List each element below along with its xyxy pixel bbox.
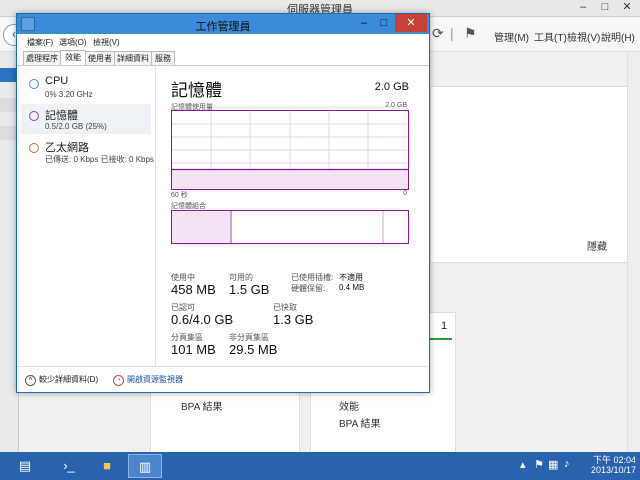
performance-label[interactable]: 效能 <box>339 398 359 413</box>
nonpaged-pool-value: 29.5 MB <box>229 342 278 357</box>
close-button[interactable]: ✕ <box>395 14 427 32</box>
server-manager-taskbar-button[interactable]: ▤ <box>8 454 42 478</box>
tab-strip: 處理程序 效能 使用者 詳細資料 服務 <box>17 50 429 66</box>
maximize-icon[interactable]: □ <box>594 0 616 14</box>
composition-in-use <box>172 211 231 243</box>
task-manager-taskbar-button[interactable]: ▥ <box>128 454 162 478</box>
hardware-reserved-value: 0.4 MB <box>339 283 365 292</box>
memory-details: 記憶體 2.0 GB 記憶體使用量 2.0 GB 60 秒 0 記憶體組合 使用… <box>167 66 417 366</box>
graph-time-start: 60 秒 <box>171 192 188 199</box>
powershell-taskbar-button[interactable]: ›_ <box>52 454 86 478</box>
tab-details[interactable]: 詳細資料 <box>114 51 152 65</box>
scrollbar[interactable] <box>627 52 640 452</box>
tab-performance[interactable]: 效能 <box>60 50 86 65</box>
resource-name: CPU <box>45 75 69 87</box>
resource-memory[interactable]: 記憶體 0.5/2.0 GB (25%) <box>21 104 151 134</box>
chevron-up-icon: ^ <box>25 375 36 386</box>
resource-name: 記憶體 <box>45 110 78 122</box>
open-resource-monitor-label: 開啟資源監視器 <box>127 375 183 384</box>
separator-icon: | <box>450 25 454 41</box>
resource-name: 乙太網路 <box>45 142 89 154</box>
tile-count: 1 <box>441 320 448 332</box>
task-manager-icon: ▥ <box>138 459 152 474</box>
memory-usage-svg <box>172 111 408 189</box>
tools-menu[interactable]: 工具(T) <box>534 29 567 44</box>
resource-detail: 0% 3.20 GHz <box>45 90 93 99</box>
task-manager-window: 工作管理員 – □ ✕ 檔案(F) 選項(O) 檢視(V) 處理程序 效能 使用… <box>16 13 430 393</box>
minimize-icon[interactable]: – <box>572 0 594 14</box>
fewer-details-label: 較少詳細資料(D) <box>39 375 99 384</box>
network-icon[interactable]: ▦ <box>548 458 558 471</box>
taskbar-clock[interactable]: 下午 02:04 2013/10/17 <box>580 455 636 475</box>
paged-pool-value: 101 MB <box>171 342 216 357</box>
memory-ring-icon <box>29 111 39 121</box>
cached-value: 1.3 GB <box>273 312 314 327</box>
memory-title: 記憶體 <box>171 81 222 100</box>
clock-date: 2013/10/17 <box>590 465 636 475</box>
cpu-ring-icon <box>29 79 39 89</box>
graph-time-end: 0 <box>403 190 407 197</box>
hardware-reserved-label: 硬體保留: <box>291 284 326 293</box>
resource-list: CPU 0% 3.20 GHz 記憶體 0.5/2.0 GB (25%) 乙太網… <box>17 66 156 366</box>
close-icon[interactable]: ✕ <box>616 0 638 14</box>
committed-value: 0.6/4.0 GB <box>171 312 234 327</box>
maximize-icon[interactable]: □ <box>375 14 393 32</box>
flag-icon[interactable]: ⚑ <box>534 458 544 471</box>
memory-usage-max: 2.0 GB <box>385 102 407 109</box>
bpa-results-left[interactable]: BPA 結果 <box>181 398 223 413</box>
tab-processes[interactable]: 處理程序 <box>23 51 61 65</box>
memory-total: 2.0 GB <box>374 81 409 93</box>
server-tile-left[interactable] <box>150 385 300 454</box>
refresh-icon[interactable]: ⟳ <box>432 25 444 42</box>
menu-view[interactable]: 檢視(V) <box>93 37 120 48</box>
resource-cpu[interactable]: CPU 0% 3.20 GHz <box>21 72 151 102</box>
tray-arrow-icon[interactable]: ▴ <box>520 458 526 471</box>
memory-usage-area <box>172 169 408 189</box>
resource-ethernet[interactable]: 乙太網路 已傳送: 0 Kbps 已接收: 0 Kbps <box>21 136 154 166</box>
hide-link[interactable]: 隱藏 <box>587 238 607 253</box>
taskbar: ▤ ›_ ■ ▥ <box>0 452 640 480</box>
powershell-icon: ›_ <box>63 458 75 473</box>
ethernet-ring-icon <box>29 143 39 153</box>
minimize-icon[interactable]: – <box>355 14 373 32</box>
memory-composition-bar <box>171 210 409 244</box>
fewer-details-button[interactable]: ^ 較少詳細資料(D) <box>25 374 98 386</box>
volume-icon[interactable]: ♪ <box>564 458 570 470</box>
flag-icon[interactable]: ⚑ <box>464 25 477 42</box>
resource-detail: 已傳送: 0 Kbps 已接收: 0 Kbps <box>45 155 154 164</box>
memory-composition-svg <box>172 211 384 243</box>
server-icon: ▤ <box>18 458 32 473</box>
slots-used-label: 已使用插槽: <box>291 273 334 282</box>
help-menu[interactable]: 說明(H) <box>601 29 635 44</box>
view-menu[interactable]: 檢視(V) <box>567 29 600 44</box>
explorer-taskbar-button[interactable]: ■ <box>90 454 124 478</box>
task-manager-footer: ^ 較少詳細資料(D) ◔ 開啟資源監視器 <box>17 366 429 393</box>
status-bar <box>428 338 452 340</box>
task-manager-titlebar[interactable]: 工作管理員 – □ ✕ <box>17 14 429 34</box>
manage-menu[interactable]: 管理(M) <box>494 29 529 44</box>
tab-services[interactable]: 服務 <box>151 51 175 65</box>
clock-time: 下午 02:04 <box>592 455 636 465</box>
resource-monitor-icon: ◔ <box>113 375 124 386</box>
menu-file[interactable]: 檔案(F) <box>27 37 53 48</box>
available-value: 1.5 GB <box>229 282 270 297</box>
tab-users[interactable]: 使用者 <box>85 51 115 65</box>
memory-usage-graph <box>171 110 409 190</box>
menu-bar: 檔案(F) 選項(O) 檢視(V) <box>17 35 429 49</box>
in-use-value: 458 MB <box>171 282 216 297</box>
open-resource-monitor-link[interactable]: ◔ 開啟資源監視器 <box>113 374 183 386</box>
resource-detail: 0.5/2.0 GB (25%) <box>45 122 107 131</box>
menu-options[interactable]: 選項(O) <box>59 37 87 48</box>
bpa-results-right[interactable]: BPA 結果 <box>339 415 381 430</box>
welcome-panel <box>430 86 628 263</box>
folder-icon: ■ <box>103 458 111 473</box>
slots-used-value: 不適用 <box>339 273 363 282</box>
